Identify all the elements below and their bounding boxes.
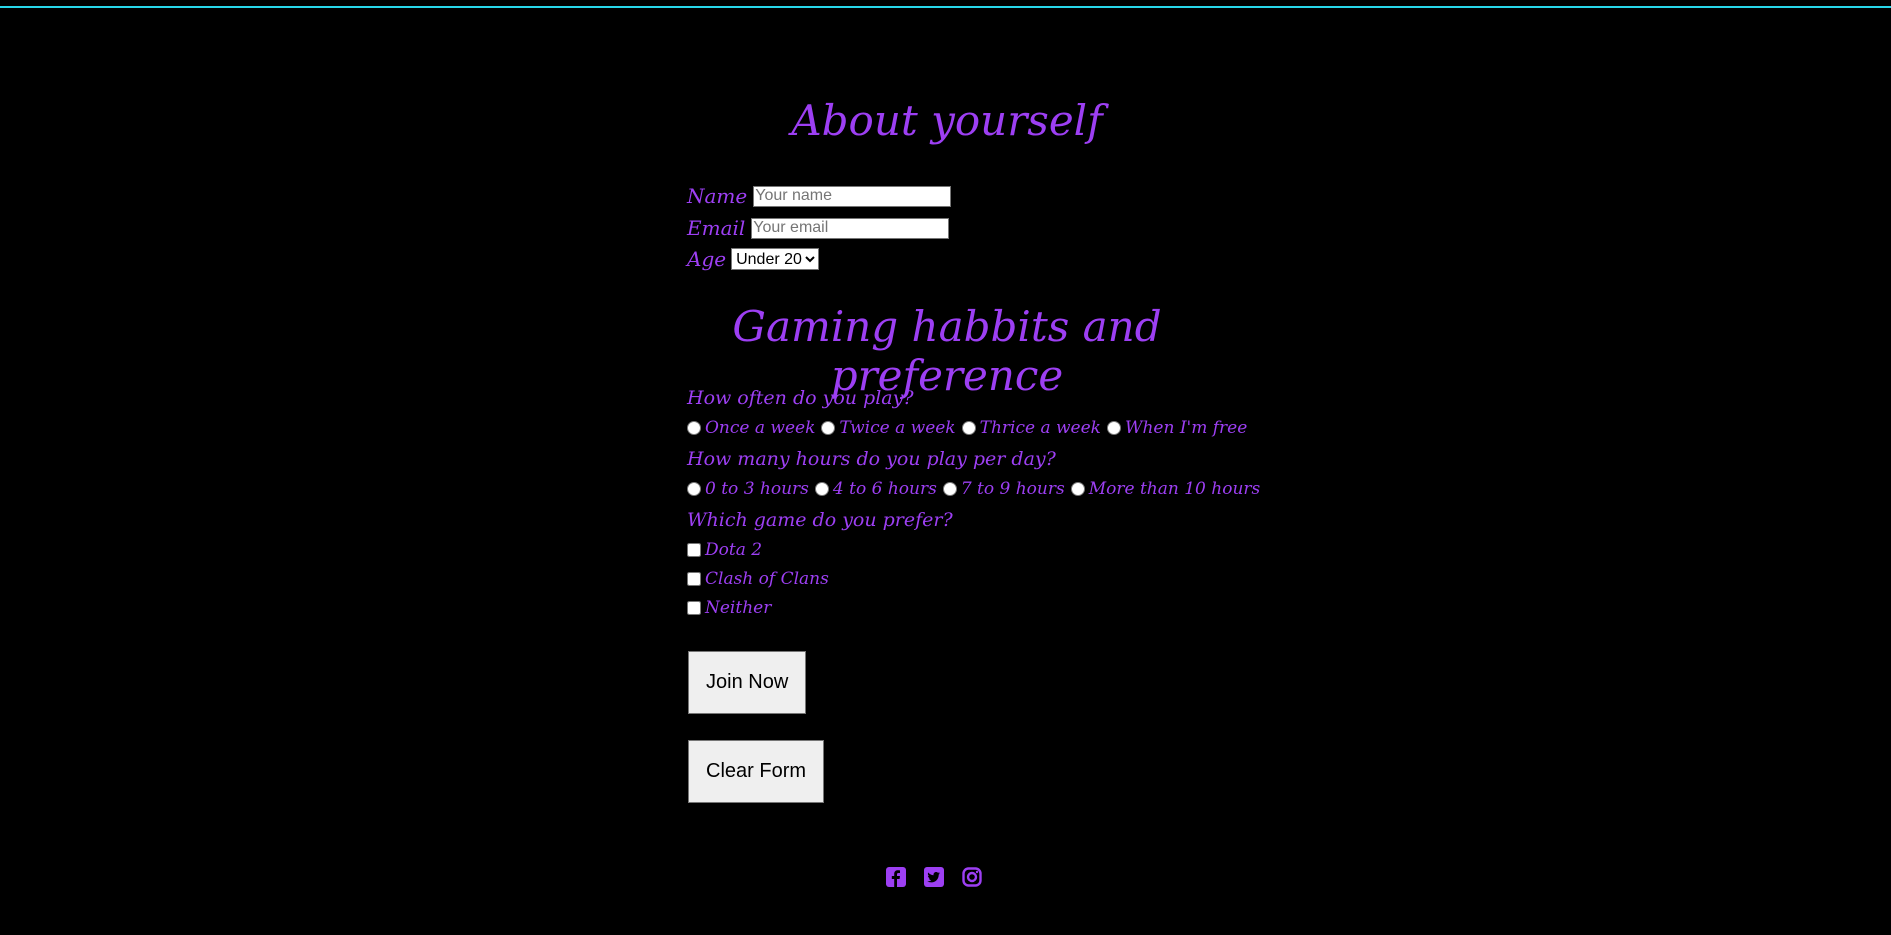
frequency-option-label: When I'm free bbox=[1124, 418, 1248, 438]
frequency-radio-thrice[interactable] bbox=[961, 421, 976, 435]
join-now-button[interactable]: Join Now bbox=[688, 651, 807, 714]
games-question: Which game do you prefer? bbox=[687, 509, 953, 531]
frequency-option-label: Twice a week bbox=[839, 418, 956, 438]
about-title: About yourself bbox=[791, 96, 1103, 145]
email-label: Email bbox=[687, 216, 746, 240]
frequency-radio-once[interactable] bbox=[687, 421, 701, 435]
hours-radio-10-plus[interactable] bbox=[1070, 482, 1085, 496]
instagram-icon[interactable] bbox=[962, 866, 982, 888]
frequency-question: How often do you play? bbox=[687, 387, 914, 409]
top-divider-line bbox=[0, 6, 1891, 8]
hours-option-label: 4 to 6 hours bbox=[832, 479, 937, 499]
game-option-neither: Neither bbox=[687, 598, 777, 618]
hours-option-label: 7 to 9 hours bbox=[960, 479, 1065, 499]
frequency-option-label: Thrice a week bbox=[979, 418, 1101, 438]
email-row: Email bbox=[687, 216, 950, 240]
frequency-radio-free[interactable] bbox=[1106, 421, 1121, 435]
name-row: Name bbox=[687, 184, 952, 208]
game-checkbox-coc[interactable] bbox=[687, 572, 701, 586]
game-option-dota: Dota 2 bbox=[687, 540, 768, 560]
hours-option-label: 0 to 3 hours bbox=[705, 479, 809, 499]
name-label: Name bbox=[687, 184, 748, 208]
hours-option-label: More than 10 hours bbox=[1088, 479, 1261, 499]
hours-radio-0-3[interactable] bbox=[687, 482, 701, 496]
game-checkbox-neither[interactable] bbox=[687, 601, 701, 615]
frequency-options: Once a week Twice a week Thrice a week W… bbox=[687, 418, 1253, 438]
age-select[interactable]: Under 20 bbox=[731, 248, 820, 270]
game-option-coc: Clash of Clans bbox=[687, 569, 835, 589]
game-option-label: Neither bbox=[705, 598, 772, 618]
age-row: Age Under 20 bbox=[687, 247, 820, 271]
frequency-option-label: Once a week bbox=[705, 418, 816, 438]
twitter-icon[interactable] bbox=[924, 866, 944, 888]
game-option-label: Dota 2 bbox=[705, 540, 763, 560]
age-label: Age bbox=[687, 247, 727, 271]
gaming-title: Gaming habbits and preference bbox=[732, 302, 1162, 400]
hours-radio-4-6[interactable] bbox=[814, 482, 829, 496]
social-links bbox=[886, 866, 982, 888]
game-checkbox-dota[interactable] bbox=[687, 543, 701, 557]
name-input[interactable] bbox=[753, 185, 952, 207]
facebook-icon[interactable] bbox=[886, 866, 906, 888]
hours-options: 0 to 3 hours 4 to 6 hours 7 to 9 hours M… bbox=[687, 479, 1266, 499]
clear-form-button[interactable]: Clear Form bbox=[688, 740, 825, 803]
hours-radio-7-9[interactable] bbox=[942, 482, 957, 496]
email-input[interactable] bbox=[751, 217, 950, 239]
hours-question: How many hours do you play per day? bbox=[687, 448, 1056, 470]
frequency-radio-twice[interactable] bbox=[821, 421, 836, 435]
game-option-label: Clash of Clans bbox=[705, 569, 829, 589]
